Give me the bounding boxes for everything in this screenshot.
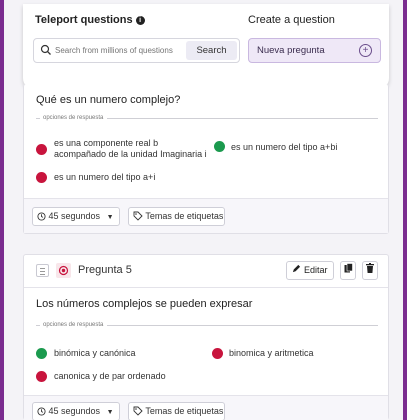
incorrect-dot-icon: [36, 144, 47, 155]
correct-dot-icon: [36, 348, 47, 359]
tags-button[interactable]: Temas de etiquetas: [128, 207, 225, 226]
time-dropdown[interactable]: 45 segundos ▼: [32, 402, 120, 420]
drag-handle-icon[interactable]: [36, 264, 49, 277]
question-text: Qué es un numero complejo?: [36, 94, 181, 106]
search-icon: [40, 44, 51, 55]
plus-circle-icon: +: [359, 44, 372, 57]
incorrect-dot-icon: [36, 172, 47, 183]
pencil-icon: [293, 264, 301, 273]
options-divider: opciones de respuesta: [36, 115, 378, 121]
answer-option: canonica y de par ordenado: [36, 370, 226, 384]
tags-button[interactable]: Temas de etiquetas: [128, 402, 225, 420]
answer-option: binómica y canónica: [36, 347, 206, 361]
edit-button[interactable]: Editar: [286, 261, 334, 280]
search-button[interactable]: Search: [186, 41, 237, 60]
search-box: Search: [33, 38, 240, 63]
clock-icon: [37, 407, 46, 416]
answer-option: es un numero del tipo a+bi: [214, 138, 384, 162]
question-number: Pregunta 5: [78, 264, 132, 276]
create-question-title: Create a question: [248, 14, 335, 26]
question-card-2: Pregunta 5 Editar Los números complejos …: [23, 254, 389, 420]
search-input[interactable]: [55, 41, 185, 60]
info-icon[interactable]: i: [135, 16, 145, 25]
question-header: Pregunta 5 Editar: [24, 255, 388, 288]
trash-icon: [366, 263, 374, 273]
duplicate-button[interactable]: [340, 261, 356, 280]
tag-icon: [133, 211, 143, 221]
copy-icon: [344, 263, 353, 273]
incorrect-dot-icon: [212, 348, 223, 359]
answer-option: es una componente real b acompañado de l…: [36, 138, 226, 162]
chevron-down-icon: ▼: [106, 214, 114, 221]
new-question-select[interactable]: Nueva pregunta +: [248, 38, 381, 63]
question-card-1: Qué es un numero complejo? opciones de r…: [23, 84, 389, 234]
incorrect-dot-icon: [36, 371, 47, 382]
teleport-panel: Teleport questions i Create a question Se…: [23, 4, 389, 90]
chevron-down-icon: ▼: [106, 409, 114, 416]
options-divider: opciones de respuesta: [36, 322, 378, 328]
new-question-label: Nueva pregunta: [257, 45, 325, 56]
delete-button[interactable]: [362, 261, 378, 280]
question-type-icon: [56, 263, 71, 278]
clock-icon: [37, 212, 46, 221]
question-text: Los números complejos se pueden expresar: [36, 298, 253, 310]
answer-option: es un numero del tipo a+i: [36, 171, 226, 185]
tag-icon: [133, 406, 143, 416]
answer-option: binomica y aritmetica: [212, 347, 382, 361]
teleport-title: Teleport questions i: [35, 14, 145, 26]
card-footer: 45 segundos ▼ Temas de etiquetas: [24, 396, 388, 420]
time-dropdown[interactable]: 45 segundos ▼: [32, 207, 120, 226]
correct-dot-icon: [214, 141, 225, 152]
card-footer: 45 segundos ▼ Temas de etiquetas: [24, 199, 388, 233]
